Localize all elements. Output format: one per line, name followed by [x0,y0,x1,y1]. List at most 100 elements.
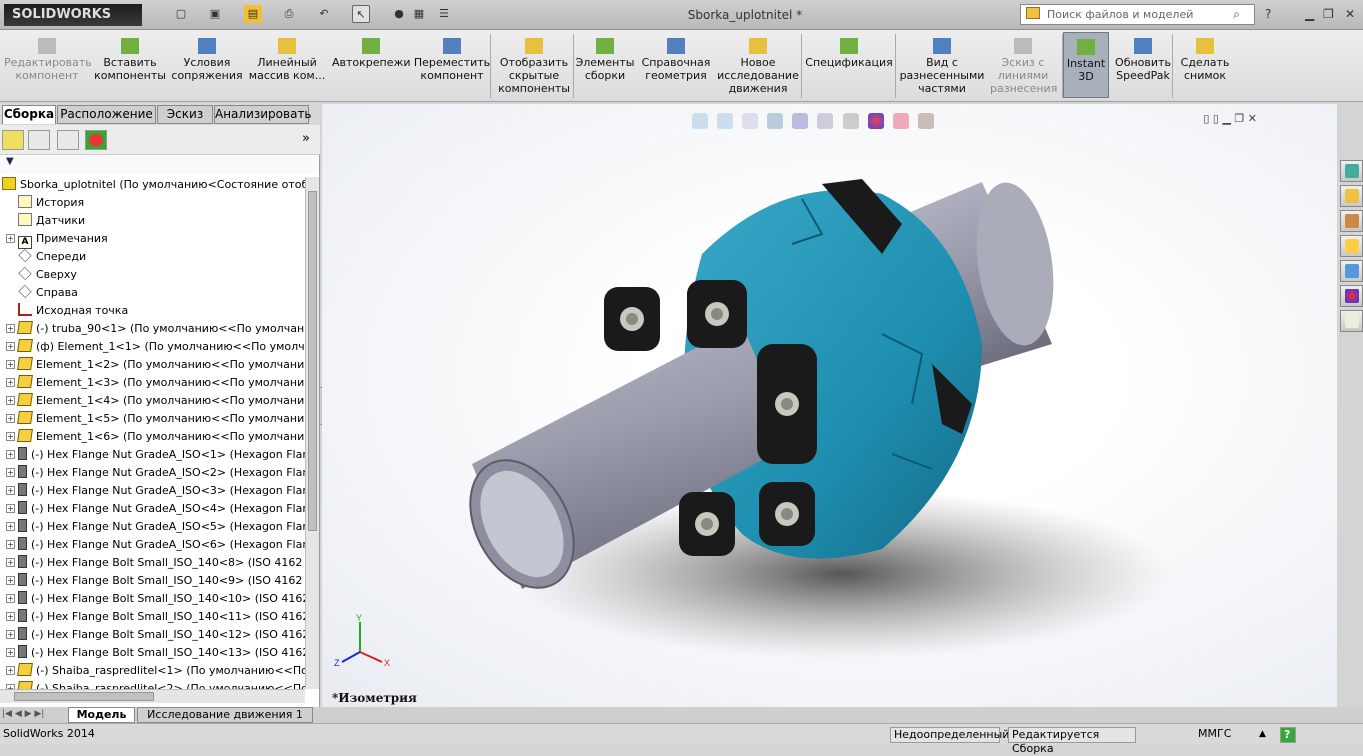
cmd-linear-pattern-button[interactable]: Линейный массив ком... [246,32,328,98]
new-document-icon[interactable]: ▢ [172,5,190,23]
save-icon[interactable]: ▤ [244,5,262,23]
expand-icon[interactable]: + [6,342,15,351]
tab-model[interactable]: Модель [68,707,135,723]
expand-icon[interactable]: + [6,432,15,441]
tree-item[interactable]: + (-) Hex Flange Nut GradeA_ISO<1> (Hexag… [6,447,305,465]
search-input[interactable]: Поиск файлов и моделей ⌕ [1020,4,1255,25]
filter-icon[interactable]: ▼ [6,156,14,167]
traffic-light-icon[interactable]: ● [390,5,408,23]
tab-motion-study[interactable]: Исследование движения 1 [137,707,313,723]
tree-item[interactable]: + (-) Hex Flange Nut GradeA_ISO<4> (Hexag… [6,501,305,519]
cmd-speedpak-button[interactable]: Обновить SpeedPak [1114,32,1172,98]
expand-icon[interactable]: + [6,324,15,333]
cmd-instant3d-button[interactable]: Instant 3D [1063,32,1109,98]
cmd-exploded-view-button[interactable]: Вид с разнесенными частями [898,32,986,98]
configuration-manager-tab-icon[interactable] [57,130,79,150]
tree-item[interactable]: + (-) Hex Flange Bolt Small_ISO_140<12> (… [6,627,305,645]
tree-item[interactable]: + Element_1<2> (По умолчанию<<По умолчани… [6,357,305,375]
tree-item[interactable]: + A Примечания [6,231,108,249]
close-icon[interactable]: ✕ [1345,7,1355,21]
help-icon[interactable]: ? [1280,727,1296,743]
open-folder-icon[interactable]: ▣ [206,5,224,23]
expand-icon[interactable]: + [6,594,15,603]
tree-item[interactable]: + (-) Hex Flange Nut GradeA_ISO<6> (Hexag… [6,537,305,555]
file-properties-icon[interactable]: ▦ [410,5,428,23]
cmd-smart-fasteners-button[interactable]: Автокрепежи [332,32,411,98]
tree-vertical-scrollbar[interactable] [305,177,319,689]
tree-item[interactable]: Sborka_uplotnitel (По умолчанию<Состояни… [2,177,305,195]
expand-icon[interactable]: + [6,378,15,387]
tree-item[interactable]: История [6,195,84,213]
tree-item[interactable]: + (-) Hex Flange Nut GradeA_ISO<5> (Hexag… [6,519,305,537]
tree-item[interactable]: Справа [6,284,78,303]
tree-item[interactable]: + Element_1<4> (По умолчанию<<По умолчани… [6,393,305,411]
tree-item[interactable]: Спереди [6,248,86,267]
display-manager-tab-icon[interactable] [85,130,107,150]
tree-item[interactable]: + (-) truba_90<1> (По умолчанию<<По умолч… [6,321,305,339]
minimize-icon[interactable]: ▁ [1305,7,1314,21]
tree-item[interactable]: + (-) Hex Flange Bolt Small_ISO_140<8> (I… [6,555,305,573]
expand-icon[interactable]: + [6,450,15,459]
tree-item[interactable]: + (ф) Element_1<1> (По умолчанию<<По умол… [6,339,305,357]
tree-item[interactable]: + (-) Hex Flange Nut GradeA_ISO<2> (Hexag… [6,465,305,483]
tab-0[interactable]: Сборка [2,105,56,124]
expand-icon[interactable]: + [6,414,15,423]
expand-icon[interactable]: + [6,612,15,621]
tree-item[interactable]: + (-) Shaiba_raspredlitel<1> (По умолчани… [6,663,305,681]
tree-item[interactable]: + (-) Shaiba_raspredlitel<2> (По умолчани… [6,681,305,689]
cmd-assembly-features-button[interactable]: Элементы сборки [574,32,636,98]
cmd-bom-button[interactable]: Спецификация [804,32,894,98]
expand-icon[interactable]: + [6,468,15,477]
tree-item[interactable]: + (-) Hex Flange Bolt Small_ISO_140<9> (I… [6,573,305,591]
expand-icon[interactable]: + [6,648,15,657]
task-pane-palette[interactable] [1340,260,1363,282]
cmd-mate-button[interactable]: Условия сопряжения [170,32,244,98]
tree-horizontal-scrollbar[interactable] [0,689,305,703]
expand-icon[interactable]: + [6,666,15,675]
task-pane-resources[interactable] [1340,160,1363,182]
task-pane-explorer[interactable] [1340,235,1363,257]
expand-panel-icon[interactable]: » [302,131,310,146]
tab-3[interactable]: Анализировать [214,105,312,124]
tab-nav-arrows[interactable]: |◀ ◀ ▶ ▶| [2,709,44,719]
cmd-move-component-button[interactable]: Переместить компонент [412,32,492,98]
tree-item[interactable]: + (-) Hex Flange Nut GradeA_ISO<3> (Hexag… [6,483,305,501]
tab-2[interactable]: Эскиз [157,105,213,124]
task-pane-appearances[interactable] [1340,285,1363,307]
select-arrow-icon[interactable]: ↖ [352,5,370,23]
cmd-edit-component-button[interactable]: Редактировать компонент [4,32,92,98]
search-icon[interactable]: ⌕ [1233,7,1240,22]
tree-item[interactable]: + Element_1<6> (По умолчанию<<По умолчани… [6,429,305,447]
task-pane-library[interactable] [1340,210,1363,232]
print-icon[interactable]: ⎙ [280,5,298,23]
tree-item[interactable]: Датчики [6,213,85,231]
expand-icon[interactable]: + [6,522,15,531]
tree-item[interactable]: + (-) Hex Flange Bolt Small_ISO_140<10> (… [6,591,305,609]
assembly-model[interactable] [322,104,1337,707]
cmd-explode-line-sketch-button[interactable]: Эскиз с линиями разнесения [990,32,1057,98]
feature-manager-tab-icon[interactable] [2,130,24,150]
expand-icon[interactable]: + [6,540,15,549]
undo-icon[interactable]: ↶ [315,5,333,23]
tree-item[interactable]: + Element_1<3> (По умолчанию<<По умолчани… [6,375,305,393]
units-arrow-icon[interactable]: ▲ [1256,727,1269,743]
help-button[interactable]: ? [1265,7,1271,21]
tree-item[interactable]: + (-) Hex Flange Bolt Small_ISO_140<13> (… [6,645,305,663]
expand-icon[interactable]: + [6,360,15,369]
cmd-show-hidden-button[interactable]: Отобразить скрытые компоненты [496,32,572,98]
expand-icon[interactable]: + [6,558,15,567]
expand-icon[interactable]: + [6,504,15,513]
expand-icon[interactable]: + [6,396,15,405]
cmd-insert-component-button[interactable]: Вставить компоненты [94,32,166,98]
units-system[interactable]: ММГС [1195,727,1234,743]
tree-item[interactable]: + Element_1<5> (По умолчанию<<По умолчани… [6,411,305,429]
cmd-snapshot-button[interactable]: Сделать снимок [1176,32,1234,98]
expand-icon[interactable]: + [6,576,15,585]
task-pane-custom-properties[interactable] [1340,310,1363,332]
tree-item[interactable]: Исходная точка [6,303,128,321]
cmd-motion-study-button[interactable]: Новое исследование движения [716,32,800,98]
property-manager-tab-icon[interactable] [28,130,50,150]
solidworks-logo[interactable]: SOLIDWORKS [4,4,142,26]
expand-icon[interactable]: + [6,486,15,495]
expand-icon[interactable]: + [6,234,15,243]
